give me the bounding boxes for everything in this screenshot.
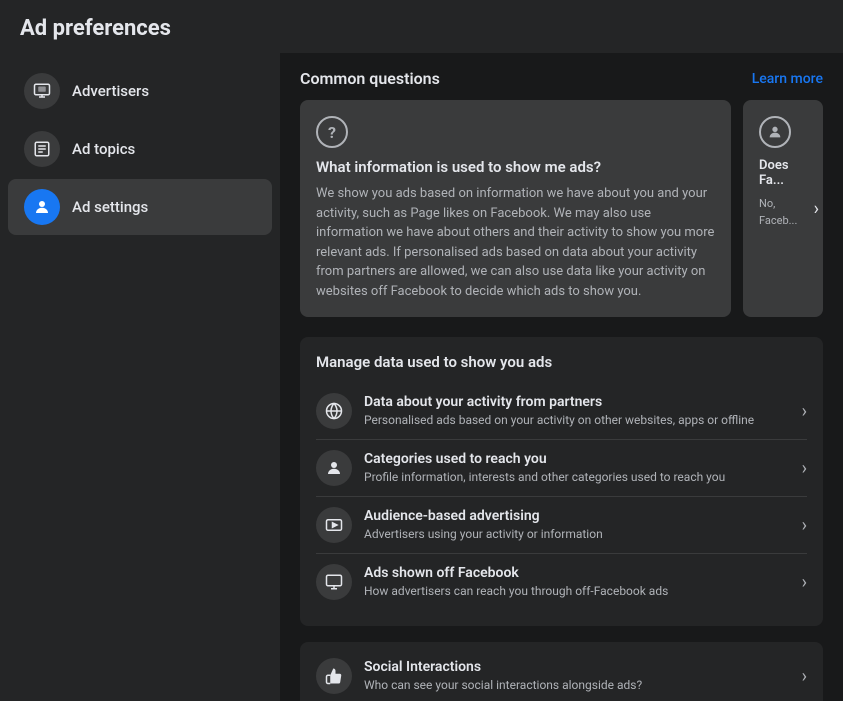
audience-text: Audience-based advertising Advertisers u… — [364, 508, 790, 543]
manage-item-partners[interactable]: Data about your activity from partners P… — [316, 383, 807, 440]
question-cards-row: ? What information is used to show me ad… — [300, 100, 823, 317]
ad-settings-icon — [24, 189, 60, 225]
off-facebook-text: Ads shown off Facebook How advertisers c… — [364, 565, 790, 600]
manage-data-section: Manage data used to show you ads Data ab… — [300, 337, 823, 626]
categories-title: Categories used to reach you — [364, 451, 790, 467]
social-title: Social Interactions — [364, 659, 790, 675]
sidebar-ad-settings-label: Ad settings — [72, 198, 148, 216]
partners-icon — [316, 393, 352, 429]
manage-item-off-facebook[interactable]: Ads shown off Facebook How advertisers c… — [316, 554, 807, 610]
sidebar-item-advertisers[interactable]: Advertisers — [8, 63, 272, 119]
question-card-1[interactable]: ? What information is used to show me ad… — [300, 100, 731, 317]
audience-icon — [316, 507, 352, 543]
partners-chevron: › — [802, 401, 807, 422]
social-desc: Who can see your social interactions alo… — [364, 677, 790, 694]
manage-item-categories[interactable]: Categories used to reach you Profile inf… — [316, 440, 807, 497]
off-facebook-desc: How advertisers can reach you through of… — [364, 583, 790, 600]
categories-desc: Profile information, interests and other… — [364, 469, 790, 486]
social-icon — [316, 658, 352, 694]
social-interactions-item[interactable]: Social Interactions Who can see your soc… — [316, 658, 807, 694]
common-questions-header: Common questions Learn more — [300, 69, 823, 88]
audience-chevron: › — [802, 515, 807, 536]
manage-item-audience[interactable]: Audience-based advertising Advertisers u… — [316, 497, 807, 554]
common-questions-title: Common questions — [300, 69, 440, 88]
ad-topics-icon — [24, 131, 60, 167]
question-card-2[interactable]: Does Fa... No, Faceb... › — [743, 100, 823, 317]
audience-desc: Advertisers using your activity or infor… — [364, 526, 790, 543]
social-text: Social Interactions Who can see your soc… — [364, 659, 790, 694]
off-facebook-chevron: › — [802, 572, 807, 593]
audience-title: Audience-based advertising — [364, 508, 790, 524]
question-icon-2 — [759, 116, 791, 148]
categories-text: Categories used to reach you Profile inf… — [364, 451, 790, 486]
off-facebook-title: Ads shown off Facebook — [364, 565, 790, 581]
manage-data-title: Manage data used to show you ads — [316, 353, 807, 371]
main-content: Common questions Learn more ? What infor… — [280, 53, 843, 701]
card-title-1: What information is used to show me ads? — [316, 158, 715, 176]
partners-text: Data about your activity from partners P… — [364, 394, 790, 429]
sidebar-advertisers-label: Advertisers — [72, 82, 149, 100]
card-title-2: Does Fa... — [759, 158, 807, 188]
sidebar-ad-topics-label: Ad topics — [72, 140, 135, 158]
card-body-2: No, Faceb... — [759, 196, 807, 229]
advertisers-icon — [24, 73, 60, 109]
card-nav-arrow: › — [814, 198, 819, 219]
categories-icon — [316, 450, 352, 486]
learn-more-link[interactable]: Learn more — [752, 71, 823, 87]
partners-desc: Personalised ads based on your activity … — [364, 412, 790, 429]
social-chevron: › — [802, 666, 807, 687]
page-title: Ad preferences — [0, 0, 843, 53]
social-interactions-section: Social Interactions Who can see your soc… — [300, 642, 823, 701]
sidebar-item-ad-topics[interactable]: Ad topics — [8, 121, 272, 177]
question-icon-1: ? — [316, 116, 348, 148]
partners-title: Data about your activity from partners — [364, 394, 790, 410]
card-body-1: We show you ads based on information we … — [316, 184, 715, 301]
sidebar-item-ad-settings[interactable]: Ad settings — [8, 179, 272, 235]
off-facebook-icon — [316, 564, 352, 600]
sidebar: Advertisers Ad topics Ad settings — [0, 53, 280, 701]
categories-chevron: › — [802, 458, 807, 479]
